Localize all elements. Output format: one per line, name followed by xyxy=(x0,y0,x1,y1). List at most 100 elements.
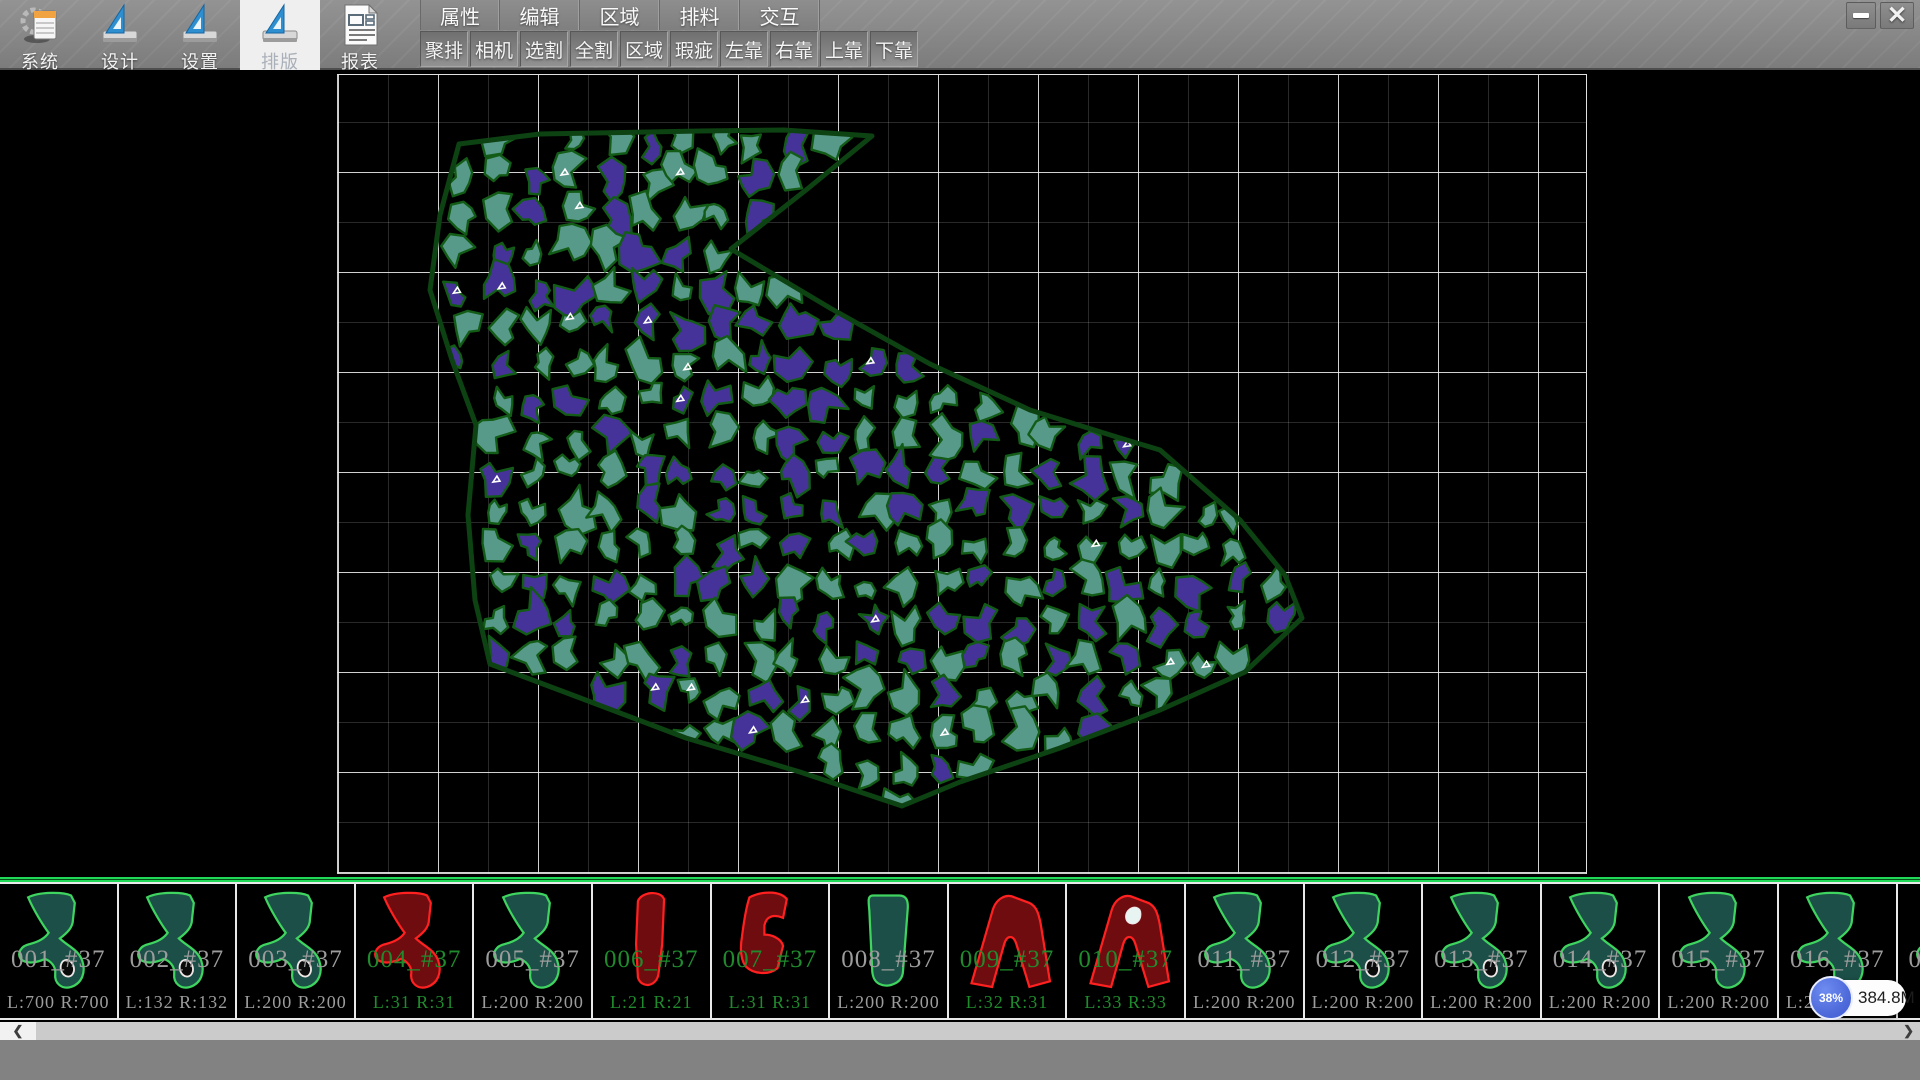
tool-button[interactable]: 区域 xyxy=(620,31,668,67)
part-thumbnail-012[interactable]: 012_#37 L:200 R:200 xyxy=(1305,884,1424,1018)
tool-button[interactable]: 左靠 xyxy=(720,31,768,67)
part-shape xyxy=(1196,888,1292,1000)
part-name: 008_#37 xyxy=(830,946,947,974)
part-shape xyxy=(1552,888,1648,1000)
parts-thumbnail-strip: 001_#37 L:700 R:700 002_#37 L:132 R:132 … xyxy=(0,882,1920,1020)
menu-item[interactable]: 交互 xyxy=(740,0,820,30)
menu-item[interactable]: 属性 xyxy=(420,0,500,30)
part-thumbnail-009[interactable]: 009_#37 L:32 R:31 xyxy=(949,884,1068,1018)
part-count-info: L:200 R:200 xyxy=(1423,992,1540,1013)
part-name: 006_#37 xyxy=(593,946,710,974)
part-shape xyxy=(129,888,225,1000)
part-count-info: L:200 R:200 xyxy=(1305,992,1422,1013)
tool-button-row: 聚排相机选割全割区域瑕疵左靠右靠上靠下靠 xyxy=(420,31,920,68)
layout-setsquare-icon xyxy=(257,3,303,47)
part-count-info: L:200 R:200 xyxy=(237,992,354,1013)
tool-button[interactable]: 聚排 xyxy=(420,31,468,67)
part-count-info: L:200 R:200 xyxy=(1542,992,1659,1013)
tool-button[interactable]: 右靠 xyxy=(770,31,818,67)
part-thumbnail-004[interactable]: 004_#37 L:31 R:31 xyxy=(356,884,475,1018)
memory-percent-indicator: 38% xyxy=(1809,976,1853,1020)
part-shape xyxy=(10,888,106,1000)
part-name: 014_#37 xyxy=(1542,946,1659,974)
part-name: 015_#37 xyxy=(1660,946,1777,974)
scroll-left-button[interactable]: ❮ xyxy=(0,1022,36,1040)
part-shape xyxy=(366,888,462,1000)
memory-status-badge: 38% 384.8M xyxy=(1812,980,1906,1016)
report-document-icon xyxy=(337,3,383,47)
part-shape xyxy=(1908,888,1920,1000)
part-thumbnail-015[interactable]: 015_#37 L:200 R:200 xyxy=(1660,884,1779,1018)
nesting-app-window: 系统 设计 设置 排版 报表 属性编辑区域排料交互 聚排相机选割全割区域瑕疵左靠… xyxy=(0,0,1920,1080)
part-shape xyxy=(840,888,936,1000)
nav-layout-setsquare-button[interactable]: 排版 xyxy=(240,0,320,70)
menu-item[interactable]: 区域 xyxy=(580,0,660,30)
part-name: 004_#37 xyxy=(356,946,473,974)
tool-button[interactable]: 相机 xyxy=(470,31,518,67)
part-shape xyxy=(603,888,699,1000)
minimize-icon xyxy=(1853,13,1869,18)
minimize-button[interactable] xyxy=(1846,2,1876,29)
nav-report-document-button[interactable]: 报表 xyxy=(320,0,400,70)
scroll-right-button[interactable]: ❯ xyxy=(1903,1022,1914,1040)
tool-button[interactable]: 下靠 xyxy=(870,31,918,67)
window-controls: ✕ xyxy=(1846,2,1914,29)
close-icon: ✕ xyxy=(1887,1,1907,30)
horizontal-scrollbar[interactable]: ❮ ❯ xyxy=(0,1022,1920,1040)
part-name: 009_#37 xyxy=(949,946,1066,974)
part-count-info: L:21 R:21 xyxy=(593,992,710,1013)
nav-settings-setsquare-button[interactable]: 设置 xyxy=(160,0,240,70)
part-thumbnail-001[interactable]: 001_#37 L:700 R:700 xyxy=(0,884,119,1018)
nesting-canvas[interactable] xyxy=(0,70,1920,877)
title-toolbar: 系统 设计 设置 排版 报表 属性编辑区域排料交互 聚排相机选割全割区域瑕疵左靠… xyxy=(0,0,1920,70)
part-name: 013_#37 xyxy=(1423,946,1540,974)
nav-design-setsquare-button[interactable]: 设计 xyxy=(80,0,160,70)
tool-button[interactable]: 全割 xyxy=(570,31,618,67)
part-thumbnail-008[interactable]: 008_#37 L:200 R:200 xyxy=(830,884,949,1018)
part-count-info: L:200 R:200 xyxy=(1186,992,1303,1013)
part-count-info: L:200 R:200 xyxy=(830,992,947,1013)
part-name: 012_#37 xyxy=(1305,946,1422,974)
part-count-info: L:31 R:31 xyxy=(356,992,473,1013)
part-name: 011_#37 xyxy=(1186,946,1303,974)
part-thumbnail-013[interactable]: 013_#37 L:200 R:200 xyxy=(1423,884,1542,1018)
part-shape xyxy=(485,888,581,1000)
part-count-info: L:33 R:33 xyxy=(1067,992,1184,1013)
tool-button[interactable]: 上靠 xyxy=(820,31,868,67)
menu-item[interactable]: 编辑 xyxy=(500,0,580,30)
part-thumbnail-011[interactable]: 011_#37 L:200 R:200 xyxy=(1186,884,1305,1018)
part-count-info: L:200 R:200 xyxy=(474,992,591,1013)
part-name: 007_#37 xyxy=(712,946,829,974)
part-name: 017_#37 xyxy=(1898,946,1920,974)
tool-button[interactable]: 瑕疵 xyxy=(670,31,718,67)
part-shape xyxy=(959,888,1055,1000)
part-count-info: L:32 R:31 xyxy=(949,992,1066,1013)
part-name: 016_#37 xyxy=(1779,946,1896,974)
part-thumbnail-005[interactable]: 005_#37 L:200 R:200 xyxy=(474,884,593,1018)
part-thumbnail-014[interactable]: 014_#37 L:200 R:200 xyxy=(1542,884,1661,1018)
part-name: 001_#37 xyxy=(0,946,117,974)
part-count-info: L:31 R:31 xyxy=(712,992,829,1013)
part-thumbnail-002[interactable]: 002_#37 L:132 R:132 xyxy=(119,884,238,1018)
part-thumbnail-006[interactable]: 006_#37 L:21 R:21 xyxy=(593,884,712,1018)
part-shape xyxy=(1433,888,1529,1000)
design-setsquare-icon xyxy=(97,3,143,47)
part-count-info: L:200 R:200 xyxy=(1660,992,1777,1013)
close-button[interactable]: ✕ xyxy=(1880,2,1914,29)
menu-item[interactable]: 排料 xyxy=(660,0,740,30)
part-shape xyxy=(722,888,818,1000)
part-thumbnail-003[interactable]: 003_#37 L:200 R:200 xyxy=(237,884,356,1018)
part-name: 003_#37 xyxy=(237,946,354,974)
part-thumbnail-010[interactable]: 010_#37 L:33 R:33 xyxy=(1067,884,1186,1018)
menu-bar: 属性编辑区域排料交互 xyxy=(420,0,820,30)
part-name: 005_#37 xyxy=(474,946,591,974)
nested-hide-drawing[interactable] xyxy=(337,74,1587,874)
system-gear-icon xyxy=(17,3,63,47)
nav-system-gear-button[interactable]: 系统 xyxy=(0,0,80,70)
part-shape xyxy=(1078,888,1174,1000)
part-shape xyxy=(247,888,343,1000)
part-count-info: L:132 R:132 xyxy=(119,992,236,1013)
tool-button[interactable]: 选割 xyxy=(520,31,568,67)
part-thumbnail-007[interactable]: 007_#37 L:31 R:31 xyxy=(712,884,831,1018)
main-icon-toolbar: 系统 设计 设置 排版 报表 xyxy=(0,0,400,70)
